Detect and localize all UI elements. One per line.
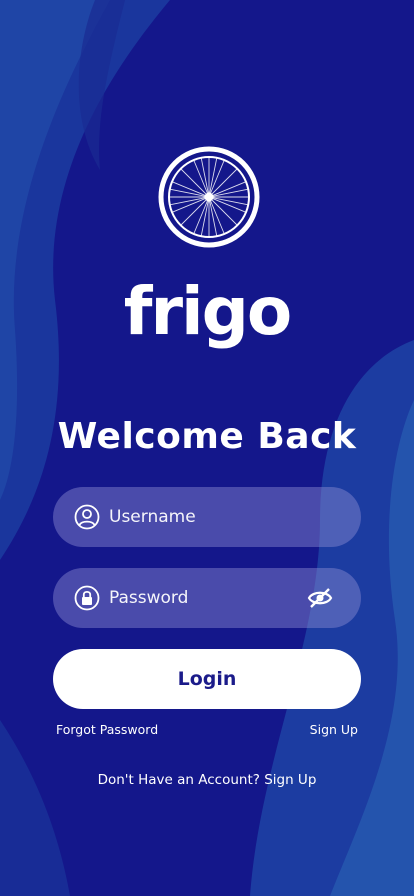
bicycle-wheel-icon bbox=[158, 146, 260, 248]
sign-up-link[interactable]: Sign Up bbox=[310, 721, 358, 739]
username-input[interactable] bbox=[109, 507, 299, 527]
brand-logo-text: frigo bbox=[123, 273, 292, 350]
password-input[interactable] bbox=[109, 588, 299, 608]
forgot-password-link[interactable]: Forgot Password bbox=[56, 721, 158, 739]
page-title: Welcome Back bbox=[57, 416, 357, 457]
username-field[interactable] bbox=[53, 487, 361, 547]
user-icon bbox=[73, 503, 101, 531]
eye-off-icon[interactable] bbox=[307, 586, 333, 610]
password-field[interactable] bbox=[53, 568, 361, 628]
lock-icon bbox=[73, 584, 101, 612]
login-button[interactable]: Login bbox=[53, 649, 361, 709]
bottom-sign-up-prompt[interactable]: Don't Have an Account? Sign Up bbox=[0, 771, 414, 789]
